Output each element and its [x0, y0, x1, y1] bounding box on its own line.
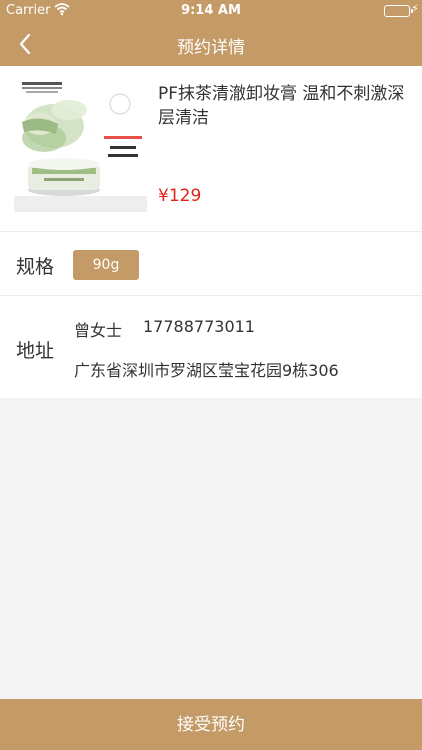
product-card[interactable]: PF抹茶清澈卸妆膏 温和不刺激深层清洁 ¥129 — [0, 66, 422, 232]
navigation-bar: 预约详情 — [0, 22, 422, 66]
battery-icon — [384, 5, 413, 17]
status-bar: Carrier 9:14 AM ⚡ — [0, 0, 422, 22]
address-label: 地址 — [16, 340, 55, 362]
clock: 9:14 AM — [181, 3, 241, 18]
charging-icon: ⚡ — [411, 2, 419, 15]
spec-section: 规格 90g — [0, 232, 422, 296]
address-section: 地址 曾女士 17788773011 广东省深圳市罗湖区莹宝花园9栋306 — [0, 296, 422, 398]
accept-appointment-button[interactable]: 接受预约 — [0, 699, 422, 750]
recipient-phone: 17788773011 — [143, 317, 255, 336]
spec-label: 规格 — [16, 256, 55, 278]
product-price: ¥129 — [158, 186, 202, 206]
product-name: PF抹茶清澈卸妆膏 温和不刺激深层清洁 — [158, 84, 405, 128]
recipient-address: 广东省深圳市罗湖区莹宝花园9栋306 — [74, 361, 339, 380]
spec-option-selected[interactable]: 90g — [73, 250, 139, 280]
recipient-name: 曾女士 — [74, 321, 123, 340]
page-title: 预约详情 — [177, 38, 245, 58]
product-image — [14, 78, 147, 212]
